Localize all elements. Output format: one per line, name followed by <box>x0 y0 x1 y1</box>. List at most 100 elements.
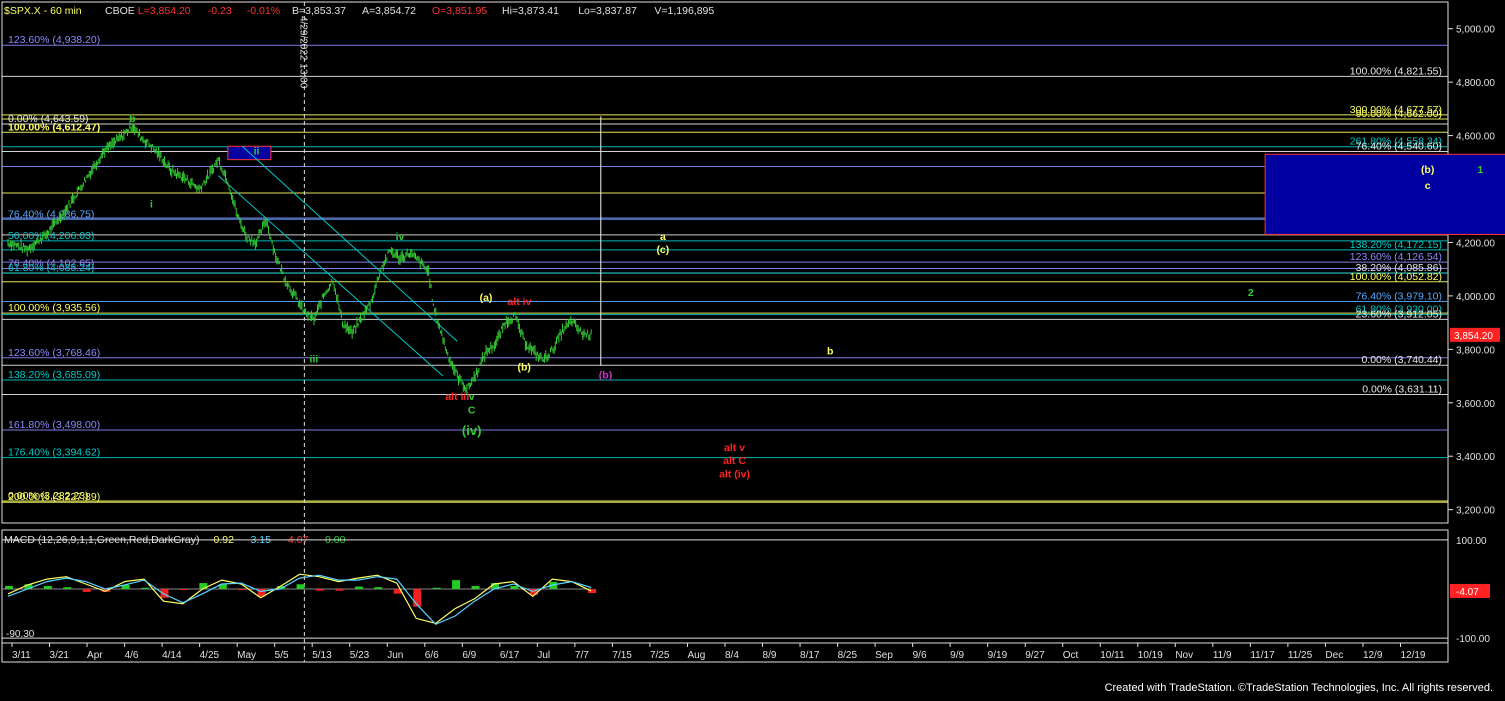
macd-histogram-bar <box>83 589 91 592</box>
wave-label: iv <box>396 231 405 243</box>
fib-level-label: 138.20% (3,685.09) <box>8 369 100 381</box>
time-axis-label: Jun <box>387 650 403 661</box>
chart-canvas: 5,000.004,800.004,600.004,400.004,200.00… <box>0 0 1505 696</box>
time-axis-label: 8/17 <box>800 650 820 661</box>
price-axis-label: 4,000.00 <box>1456 292 1495 303</box>
fib-level-label: 100.00% (4,821.55) <box>1350 65 1442 77</box>
fib-level-label: 0.00% (3,631.11) <box>1362 383 1442 395</box>
macd-histogram-bar <box>452 580 460 589</box>
macd-histogram-bar <box>180 589 188 590</box>
wave-label: (c) <box>656 244 669 256</box>
wave-label: i <box>150 199 153 211</box>
price-axis-label: 3,400.00 <box>1456 452 1495 463</box>
channel-line-lower <box>218 176 443 376</box>
time-axis-label: 4/6 <box>125 650 139 661</box>
wave-label: (iv) <box>462 423 482 438</box>
macd-histogram-bar <box>355 587 363 589</box>
header-field: O=3,851.95 <box>432 5 487 17</box>
wave-label: 1 <box>1477 164 1483 176</box>
time-axis-label: 7/15 <box>612 650 632 661</box>
header-field: -0.23 <box>208 5 232 17</box>
footer-credit: Created with TradeStation. ©TradeStation… <box>1105 682 1493 694</box>
macd-series-line <box>8 574 591 623</box>
time-axis-label: 11/17 <box>1250 650 1275 661</box>
time-marker-label: 4/29/2022 13:00 <box>297 16 308 89</box>
time-axis-label: 11/25 <box>1288 650 1313 661</box>
macd-histogram-bar <box>472 586 480 589</box>
macd-histogram-bar <box>433 588 441 589</box>
price-axis-label: 4,800.00 <box>1456 78 1495 89</box>
time-axis-label: 4/25 <box>200 650 220 661</box>
time-axis-label: 6/6 <box>425 650 439 661</box>
fib-level-label: 161.80% (3,498.00) <box>8 419 100 431</box>
time-axis-label: Jul <box>537 650 550 661</box>
last-price-label: 3,854.20 <box>1454 331 1493 342</box>
macd-histogram-bar <box>335 589 343 591</box>
wave-label: (a) <box>480 292 493 304</box>
fib-level-label: 176.40% (3,394.62) <box>8 447 100 459</box>
time-axis-label: 8/9 <box>763 650 777 661</box>
wave-label: v <box>469 391 475 403</box>
time-axis-label: 4/14 <box>162 650 182 661</box>
time-axis-label: 6/17 <box>500 650 520 661</box>
wave-label: b <box>129 113 135 125</box>
fib-level-label: 61.80% (4,085.24) <box>8 262 94 274</box>
time-axis-label: 5/13 <box>312 650 332 661</box>
wave-label: alt C <box>723 455 746 467</box>
time-axis-label: 6/9 <box>462 650 476 661</box>
fib-level-label: 123.60% (3,768.46) <box>8 347 100 359</box>
time-axis-label: 9/27 <box>1025 650 1045 661</box>
header-field: Lo=3,837.87 <box>578 5 637 17</box>
macd-histogram-bar <box>5 586 13 589</box>
fib-level-label: 0.00% (3,740.44) <box>1361 354 1442 366</box>
wave-label: ii <box>254 145 260 157</box>
header-field: CBOE <box>105 5 135 17</box>
price-axis-label: 3,600.00 <box>1456 399 1495 410</box>
macd-axis-label: -100.00 <box>1456 634 1490 645</box>
tradestation-chart: 5,000.004,800.004,600.004,400.004,200.00… <box>0 0 1505 696</box>
time-axis-label: 7/7 <box>575 650 589 661</box>
macd-histogram-bar <box>316 589 324 591</box>
fib-level-label: 138.20% (4,172.15) <box>1350 239 1442 251</box>
time-axis-label: 5/23 <box>350 650 370 661</box>
fib-level-label: 100.00% (4,052.82) <box>1350 271 1442 283</box>
macd-histogram-bar <box>63 587 71 589</box>
target-zone-box <box>1265 154 1505 234</box>
wave-label: c <box>1425 180 1431 192</box>
header-field: V=1,196,895 <box>654 5 714 17</box>
price-axis-label: 3,800.00 <box>1456 345 1495 356</box>
header-field: A=3,854.72 <box>362 5 416 17</box>
macd-histogram-bar <box>374 587 382 589</box>
time-axis-label: Apr <box>87 650 103 661</box>
macd-low-label: -90.30 <box>6 629 35 640</box>
time-axis-label: 3/21 <box>50 650 70 661</box>
time-axis-label: Sep <box>875 650 893 661</box>
macd-last-label: -4.07 <box>1456 587 1479 598</box>
header-field: Hi=3,873.41 <box>502 5 559 17</box>
fib-level-label: 23.60% (3,912.05) <box>1356 308 1442 320</box>
wave-label: b <box>827 346 833 358</box>
time-axis-label: 10/19 <box>1138 650 1163 661</box>
time-axis-label: Aug <box>687 650 705 661</box>
wave-label: (b) <box>518 362 531 374</box>
fib-level-label: 90.00% (4,662.00) <box>1356 108 1442 120</box>
price-axis-label: 4,200.00 <box>1456 238 1495 249</box>
wave-label: alt iv <box>507 296 531 308</box>
time-axis-label: 8/4 <box>725 650 739 661</box>
fib-level-label: 100.00% (3,935.56) <box>8 302 100 314</box>
time-axis-label: Nov <box>1175 650 1193 661</box>
fib-level-label: 76.40% (4,540.60) <box>1356 140 1442 152</box>
wave-label: C <box>468 404 476 416</box>
time-axis-label: 10/11 <box>1100 650 1125 661</box>
channel-line-upper <box>242 146 457 341</box>
header-field: B=3,853.37 <box>292 5 346 17</box>
price-axis-label: 4,600.00 <box>1456 132 1495 143</box>
fib-level-label: 123.60% (4,938.20) <box>8 34 100 46</box>
header-field: -0.01% <box>247 5 280 17</box>
macd-axis-label: 100.00 <box>1456 536 1487 547</box>
header-field: L=3,854.20 <box>138 5 191 17</box>
wave-label: (b) <box>1421 164 1434 176</box>
wave-label: alt (iv) <box>719 469 750 481</box>
wave-label: (b) <box>599 370 612 382</box>
wave-label: 2 <box>1248 287 1254 299</box>
